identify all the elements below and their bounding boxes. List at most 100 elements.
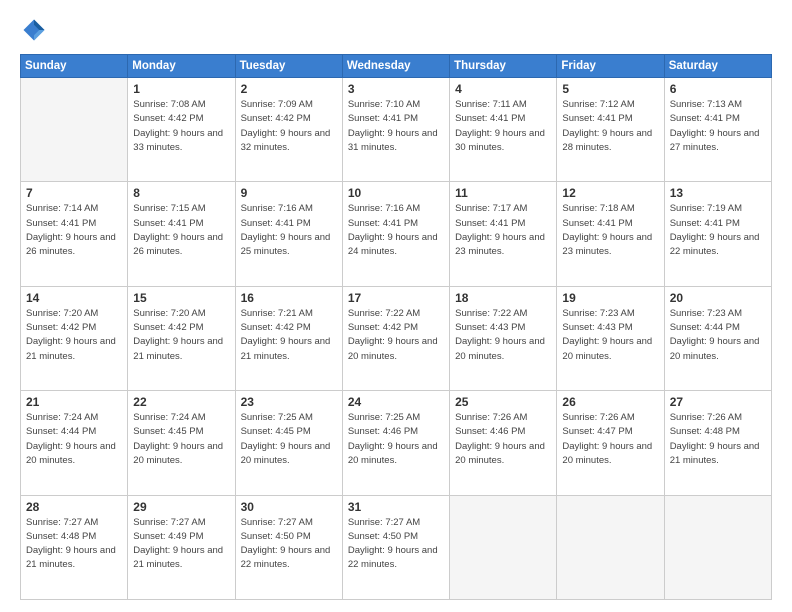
sunrise-text: Sunrise: 7:20 AM bbox=[26, 308, 98, 319]
day-info: Sunrise: 7:20 AMSunset: 4:42 PMDaylight:… bbox=[133, 307, 229, 364]
daylight-text: Daylight: 9 hours and 20 minutes. bbox=[455, 336, 545, 361]
day-number: 3 bbox=[348, 82, 444, 96]
day-number: 15 bbox=[133, 291, 229, 305]
daylight-text: Daylight: 9 hours and 21 minutes. bbox=[670, 441, 760, 466]
day-number: 8 bbox=[133, 186, 229, 200]
sunset-text: Sunset: 4:41 PM bbox=[562, 113, 632, 124]
daylight-text: Daylight: 9 hours and 28 minutes. bbox=[562, 128, 652, 153]
calendar-cell: 20Sunrise: 7:23 AMSunset: 4:44 PMDayligh… bbox=[664, 286, 771, 390]
sunset-text: Sunset: 4:41 PM bbox=[348, 218, 418, 229]
sunrise-text: Sunrise: 7:19 AM bbox=[670, 203, 742, 214]
calendar-cell: 13Sunrise: 7:19 AMSunset: 4:41 PMDayligh… bbox=[664, 182, 771, 286]
sunset-text: Sunset: 4:41 PM bbox=[455, 113, 525, 124]
sunrise-text: Sunrise: 7:11 AM bbox=[455, 99, 527, 110]
calendar-header-tuesday: Tuesday bbox=[235, 55, 342, 78]
sunrise-text: Sunrise: 7:26 AM bbox=[455, 412, 527, 423]
sunset-text: Sunset: 4:46 PM bbox=[455, 426, 525, 437]
day-number: 31 bbox=[348, 500, 444, 514]
calendar-week-1: 1 Sunrise: 7:08 AMSunset: 4:42 PMDaylight… bbox=[21, 78, 772, 182]
sunrise-text: Sunrise: 7:25 AM bbox=[348, 412, 420, 423]
daylight-text: Daylight: 9 hours and 20 minutes. bbox=[670, 336, 760, 361]
day-info: Sunrise: 7:16 AMSunset: 4:41 PMDaylight:… bbox=[241, 202, 337, 259]
sunrise-text: Sunrise: 7:13 AM bbox=[670, 99, 742, 110]
sunset-text: Sunset: 4:44 PM bbox=[670, 322, 740, 333]
sunrise-text: Sunrise: 7:27 AM bbox=[133, 517, 205, 528]
logo bbox=[20, 16, 52, 44]
day-number: 10 bbox=[348, 186, 444, 200]
day-number: 4 bbox=[455, 82, 551, 96]
calendar-cell: 17Sunrise: 7:22 AMSunset: 4:42 PMDayligh… bbox=[342, 286, 449, 390]
calendar-header-saturday: Saturday bbox=[664, 55, 771, 78]
daylight-text: Daylight: 9 hours and 20 minutes. bbox=[562, 336, 652, 361]
daylight-text: Daylight: 9 hours and 20 minutes. bbox=[26, 441, 116, 466]
sunset-text: Sunset: 4:45 PM bbox=[133, 426, 203, 437]
day-info: Sunrise: 7:23 AM Sunset: 4:44 PM Daylight:… bbox=[670, 307, 766, 364]
calendar-body: 1 Sunrise: 7:08 AMSunset: 4:42 PMDaylight… bbox=[21, 78, 772, 600]
logo-icon bbox=[20, 16, 48, 44]
sunrise-text: Sunrise: 7:20 AM bbox=[133, 308, 205, 319]
daylight-text: Daylight: 9 hours and 30 minutes. bbox=[455, 128, 545, 153]
day-number: 1 bbox=[133, 82, 229, 96]
calendar-cell bbox=[557, 495, 664, 599]
day-number: 30 bbox=[241, 500, 337, 514]
calendar-cell: 24Sunrise: 7:25 AMSunset: 4:46 PMDayligh… bbox=[342, 391, 449, 495]
day-number: 12 bbox=[562, 186, 658, 200]
sunrise-text: Sunrise: 7:22 AM bbox=[348, 308, 420, 319]
calendar-cell: 8 Sunrise: 7:15 AMSunset: 4:41 PMDaylight… bbox=[128, 182, 235, 286]
sunset-text: Sunset: 4:48 PM bbox=[26, 531, 96, 542]
daylight-text: Daylight: 9 hours and 22 minutes. bbox=[241, 545, 331, 570]
sunrise-text: Sunrise: 7:27 AM bbox=[348, 517, 420, 528]
daylight-text: Daylight: 9 hours and 23 minutes. bbox=[455, 232, 545, 257]
day-number: 28 bbox=[26, 500, 122, 514]
calendar-cell: 15 Sunrise: 7:20 AMSunset: 4:42 PMDayligh… bbox=[128, 286, 235, 390]
day-info: Sunrise: 7:12 AMSunset: 4:41 PMDaylight:… bbox=[562, 98, 658, 155]
calendar-cell: 2Sunrise: 7:09 AMSunset: 4:42 PMDaylight… bbox=[235, 78, 342, 182]
daylight-text: Daylight: 9 hours and 24 minutes. bbox=[348, 232, 438, 257]
calendar-cell: 14Sunrise: 7:20 AMSunset: 4:42 PMDayligh… bbox=[21, 286, 128, 390]
sunset-text: Sunset: 4:50 PM bbox=[348, 531, 418, 542]
calendar-cell: 6Sunrise: 7:13 AMSunset: 4:41 PMDaylight… bbox=[664, 78, 771, 182]
calendar-cell: 31 Sunrise: 7:27 AM Sunset: 4:50 PM Dayligh… bbox=[342, 495, 449, 599]
sunset-text: Sunset: 4:45 PM bbox=[241, 426, 311, 437]
sunset-text: Sunset: 4:42 PM bbox=[241, 322, 311, 333]
day-number: 23 bbox=[241, 395, 337, 409]
sunrise-text: Sunrise: 7:21 AM bbox=[241, 308, 313, 319]
day-info: Sunrise: 7:19 AMSunset: 4:41 PMDaylight:… bbox=[670, 202, 766, 259]
calendar-cell bbox=[450, 495, 557, 599]
calendar-week-2: 7Sunrise: 7:14 AMSunset: 4:41 PMDaylight… bbox=[21, 182, 772, 286]
day-info: Sunrise: 7:15 AMSunset: 4:41 PMDaylight:… bbox=[133, 202, 229, 259]
day-number: 21 bbox=[26, 395, 122, 409]
sunrise-text: Sunrise: 7:25 AM bbox=[241, 412, 313, 423]
calendar-header-thursday: Thursday bbox=[450, 55, 557, 78]
daylight-text: Daylight: 9 hours and 22 minutes. bbox=[348, 545, 438, 570]
daylight-text: Daylight: 9 hours and 26 minutes. bbox=[133, 232, 223, 257]
sunset-text: Sunset: 4:47 PM bbox=[562, 426, 632, 437]
calendar-cell: 25Sunrise: 7:26 AMSunset: 4:46 PMDayligh… bbox=[450, 391, 557, 495]
daylight-text: Daylight: 9 hours and 26 minutes. bbox=[26, 232, 116, 257]
day-info: Sunrise: 7:26 AMSunset: 4:48 PMDaylight:… bbox=[670, 411, 766, 468]
day-info: Sunrise: 7:08 AMSunset: 4:42 PMDaylight:… bbox=[133, 98, 229, 155]
day-number: 17 bbox=[348, 291, 444, 305]
day-number: 27 bbox=[670, 395, 766, 409]
sunrise-text: Sunrise: 7:27 AM bbox=[241, 517, 313, 528]
daylight-text: Daylight: 9 hours and 21 minutes. bbox=[26, 545, 116, 570]
day-info: Sunrise: 7:27 AMSunset: 4:50 PMDaylight:… bbox=[241, 516, 337, 573]
sunset-text: Sunset: 4:42 PM bbox=[348, 322, 418, 333]
day-info: Sunrise: 7:10 AMSunset: 4:41 PMDaylight:… bbox=[348, 98, 444, 155]
sunrise-text: Sunrise: 7:15 AM bbox=[133, 203, 205, 214]
sunrise-text: Sunrise: 7:23 AM bbox=[562, 308, 634, 319]
day-info: Sunrise: 7:24 AMSunset: 4:45 PMDaylight:… bbox=[133, 411, 229, 468]
sunrise-text: Sunrise: 7:17 AM bbox=[455, 203, 527, 214]
calendar-cell: 23Sunrise: 7:25 AMSunset: 4:45 PMDayligh… bbox=[235, 391, 342, 495]
sunrise-text: Sunrise: 7:23 AM bbox=[670, 308, 742, 319]
sunset-text: Sunset: 4:49 PM bbox=[133, 531, 203, 542]
sunset-text: Sunset: 4:41 PM bbox=[670, 113, 740, 124]
calendar-cell: 5Sunrise: 7:12 AMSunset: 4:41 PMDaylight… bbox=[557, 78, 664, 182]
day-info: Sunrise: 7:26 AMSunset: 4:46 PMDaylight:… bbox=[455, 411, 551, 468]
sunrise-text: Sunrise: 7:18 AM bbox=[562, 203, 634, 214]
day-number: 7 bbox=[26, 186, 122, 200]
day-info: Sunrise: 7:27 AM Sunset: 4:50 PM Daylight:… bbox=[348, 516, 444, 573]
sunset-text: Sunset: 4:44 PM bbox=[26, 426, 96, 437]
calendar-cell: 22Sunrise: 7:24 AMSunset: 4:45 PMDayligh… bbox=[128, 391, 235, 495]
daylight-text: Daylight: 9 hours and 31 minutes. bbox=[348, 128, 438, 153]
